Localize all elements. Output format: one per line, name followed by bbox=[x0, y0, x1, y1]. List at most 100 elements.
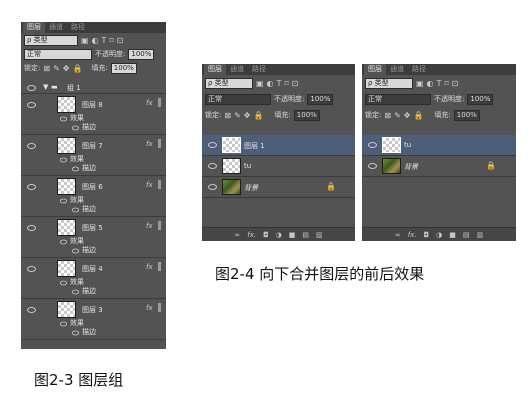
layer-row[interactable]: 图层 7 fx 效果 描边 bbox=[21, 135, 166, 176]
layer-name[interactable]: 图层 6 bbox=[82, 182, 103, 192]
layer-row[interactable]: 图层 4 fx 效果 描边 bbox=[21, 258, 166, 299]
trash-icon[interactable]: ▥ bbox=[316, 231, 323, 239]
lock-transparent-icon[interactable]: ⊠ bbox=[224, 111, 231, 120]
lock-transparent-icon[interactable]: ⊠ bbox=[384, 111, 391, 120]
eye-icon[interactable] bbox=[27, 184, 36, 190]
shape-filter-icon[interactable]: ⌑ bbox=[284, 79, 288, 88]
tab-paths[interactable]: 路径 bbox=[248, 64, 270, 75]
fill-input[interactable]: 100% bbox=[110, 62, 137, 74]
blend-mode-select[interactable]: 正常 bbox=[365, 93, 431, 105]
fx-icon[interactable]: fx. bbox=[247, 231, 256, 239]
fx-icon[interactable]: fx bbox=[146, 99, 153, 107]
fx-icon[interactable]: fx bbox=[146, 140, 153, 148]
type-filter-icon[interactable]: T bbox=[102, 36, 107, 45]
shape-filter-icon[interactable]: ⌑ bbox=[444, 79, 448, 88]
adjustment-icon[interactable]: ◑ bbox=[436, 231, 442, 239]
link-icon[interactable]: ∞ bbox=[395, 231, 401, 239]
tab-layers[interactable]: 图层 bbox=[204, 64, 226, 75]
blend-mode-select[interactable]: 正常 bbox=[24, 48, 92, 60]
smart-filter-icon[interactable]: ⊡ bbox=[452, 79, 459, 88]
eye-icon[interactable] bbox=[27, 266, 36, 272]
tab-channels[interactable]: 通道 bbox=[226, 64, 248, 75]
tab-paths[interactable]: 路径 bbox=[67, 22, 89, 33]
opacity-input[interactable]: 100% bbox=[467, 93, 494, 105]
eye-icon[interactable] bbox=[71, 166, 80, 172]
eye-icon[interactable] bbox=[71, 207, 80, 213]
layer-name[interactable]: 图层 1 bbox=[244, 141, 265, 151]
smart-filter-icon[interactable]: ⊡ bbox=[117, 36, 124, 45]
trash-icon[interactable]: ▥ bbox=[476, 231, 483, 239]
fx-icon[interactable]: fx bbox=[146, 181, 153, 189]
lock-brush-icon[interactable]: ✎ bbox=[234, 111, 241, 120]
layer-row[interactable]: 图层 6 fx 效果 描边 bbox=[21, 176, 166, 217]
fill-input[interactable]: 100% bbox=[293, 109, 320, 121]
mask-icon[interactable]: ◘ bbox=[263, 231, 269, 239]
new-layer-icon[interactable]: ▤ bbox=[463, 231, 470, 239]
eye-icon[interactable] bbox=[59, 157, 68, 163]
lock-all-icon[interactable]: 🔒 bbox=[413, 111, 423, 120]
adjust-filter-icon[interactable]: ◐ bbox=[427, 79, 434, 88]
new-group-icon[interactable]: ■ bbox=[289, 231, 296, 239]
eye-icon[interactable] bbox=[59, 321, 68, 327]
filter-select[interactable]: ρ 类型 bbox=[24, 34, 78, 46]
image-filter-icon[interactable]: ▣ bbox=[416, 79, 424, 88]
tab-layers[interactable]: 图层 bbox=[364, 64, 386, 75]
opacity-input[interactable]: 100% bbox=[128, 48, 155, 60]
blend-mode-select[interactable]: 正常 bbox=[205, 93, 271, 105]
layer-name[interactable]: 图层 4 bbox=[82, 264, 103, 274]
link-icon[interactable]: ∞ bbox=[234, 231, 240, 239]
type-filter-icon[interactable]: T bbox=[277, 79, 282, 88]
eye-icon[interactable] bbox=[59, 116, 68, 122]
lock-move-icon[interactable]: ✥ bbox=[63, 64, 70, 73]
eye-icon[interactable] bbox=[27, 225, 36, 231]
eye-icon[interactable] bbox=[71, 125, 80, 131]
expand-arrow-icon[interactable]: ▼ bbox=[43, 83, 48, 91]
layer-row-background[interactable]: 背景 🔒 bbox=[362, 156, 516, 177]
adjust-filter-icon[interactable]: ◐ bbox=[267, 79, 274, 88]
layer-row-background[interactable]: 背景 🔒 bbox=[202, 177, 355, 198]
eye-icon[interactable] bbox=[27, 85, 36, 91]
layer-name[interactable]: 图层 7 bbox=[82, 141, 103, 151]
layer-row[interactable]: 图层 5 fx 效果 描边 bbox=[21, 217, 166, 258]
layer-name[interactable]: 背景 bbox=[404, 162, 418, 172]
filter-select[interactable]: ρ 类型 bbox=[365, 77, 413, 89]
lock-move-icon[interactable]: ✥ bbox=[244, 111, 251, 120]
filter-select[interactable]: ρ 类型 bbox=[205, 77, 253, 89]
layer-row[interactable]: 图层 8 fx 效果 描边 bbox=[21, 94, 166, 135]
eye-icon[interactable] bbox=[27, 307, 36, 313]
lock-all-icon[interactable]: 🔒 bbox=[72, 64, 82, 73]
layer-name[interactable]: 图层 3 bbox=[82, 305, 103, 315]
layer-row[interactable]: tu bbox=[202, 156, 355, 177]
eye-icon[interactable] bbox=[71, 330, 80, 336]
eye-icon[interactable] bbox=[59, 239, 68, 245]
lock-brush-icon[interactable]: ✎ bbox=[394, 111, 401, 120]
shape-filter-icon[interactable]: ⌑ bbox=[109, 36, 113, 45]
adjust-filter-icon[interactable]: ◐ bbox=[92, 36, 99, 45]
tab-channels[interactable]: 通道 bbox=[386, 64, 408, 75]
new-group-icon[interactable]: ■ bbox=[449, 231, 456, 239]
eye-icon[interactable] bbox=[59, 198, 68, 204]
image-filter-icon[interactable]: ▣ bbox=[256, 79, 264, 88]
eye-icon[interactable] bbox=[27, 143, 36, 149]
fx-icon[interactable]: fx bbox=[146, 222, 153, 230]
eye-icon[interactable] bbox=[208, 163, 217, 169]
lock-all-icon[interactable]: 🔒 bbox=[253, 111, 263, 120]
opacity-input[interactable]: 100% bbox=[307, 93, 334, 105]
layer-name[interactable]: tu bbox=[404, 141, 411, 149]
eye-icon[interactable] bbox=[208, 142, 217, 148]
eye-icon[interactable] bbox=[208, 184, 217, 190]
eye-icon[interactable] bbox=[59, 280, 68, 286]
layer-row-selected[interactable]: tu bbox=[362, 135, 516, 156]
eye-icon[interactable] bbox=[27, 102, 36, 108]
tab-layers[interactable]: 图层 bbox=[23, 22, 45, 33]
fx-icon[interactable]: fx bbox=[146, 263, 153, 271]
layer-name[interactable]: tu bbox=[244, 162, 251, 170]
layer-row-selected[interactable]: 图层 1 bbox=[202, 135, 355, 156]
layer-name[interactable]: 图层 8 bbox=[82, 100, 103, 110]
image-filter-icon[interactable]: ▣ bbox=[81, 36, 89, 45]
fx-icon[interactable]: fx. bbox=[408, 231, 417, 239]
eye-icon[interactable] bbox=[368, 163, 377, 169]
fill-input[interactable]: 100% bbox=[453, 109, 480, 121]
eye-icon[interactable] bbox=[71, 248, 80, 254]
mask-icon[interactable]: ◘ bbox=[424, 231, 430, 239]
